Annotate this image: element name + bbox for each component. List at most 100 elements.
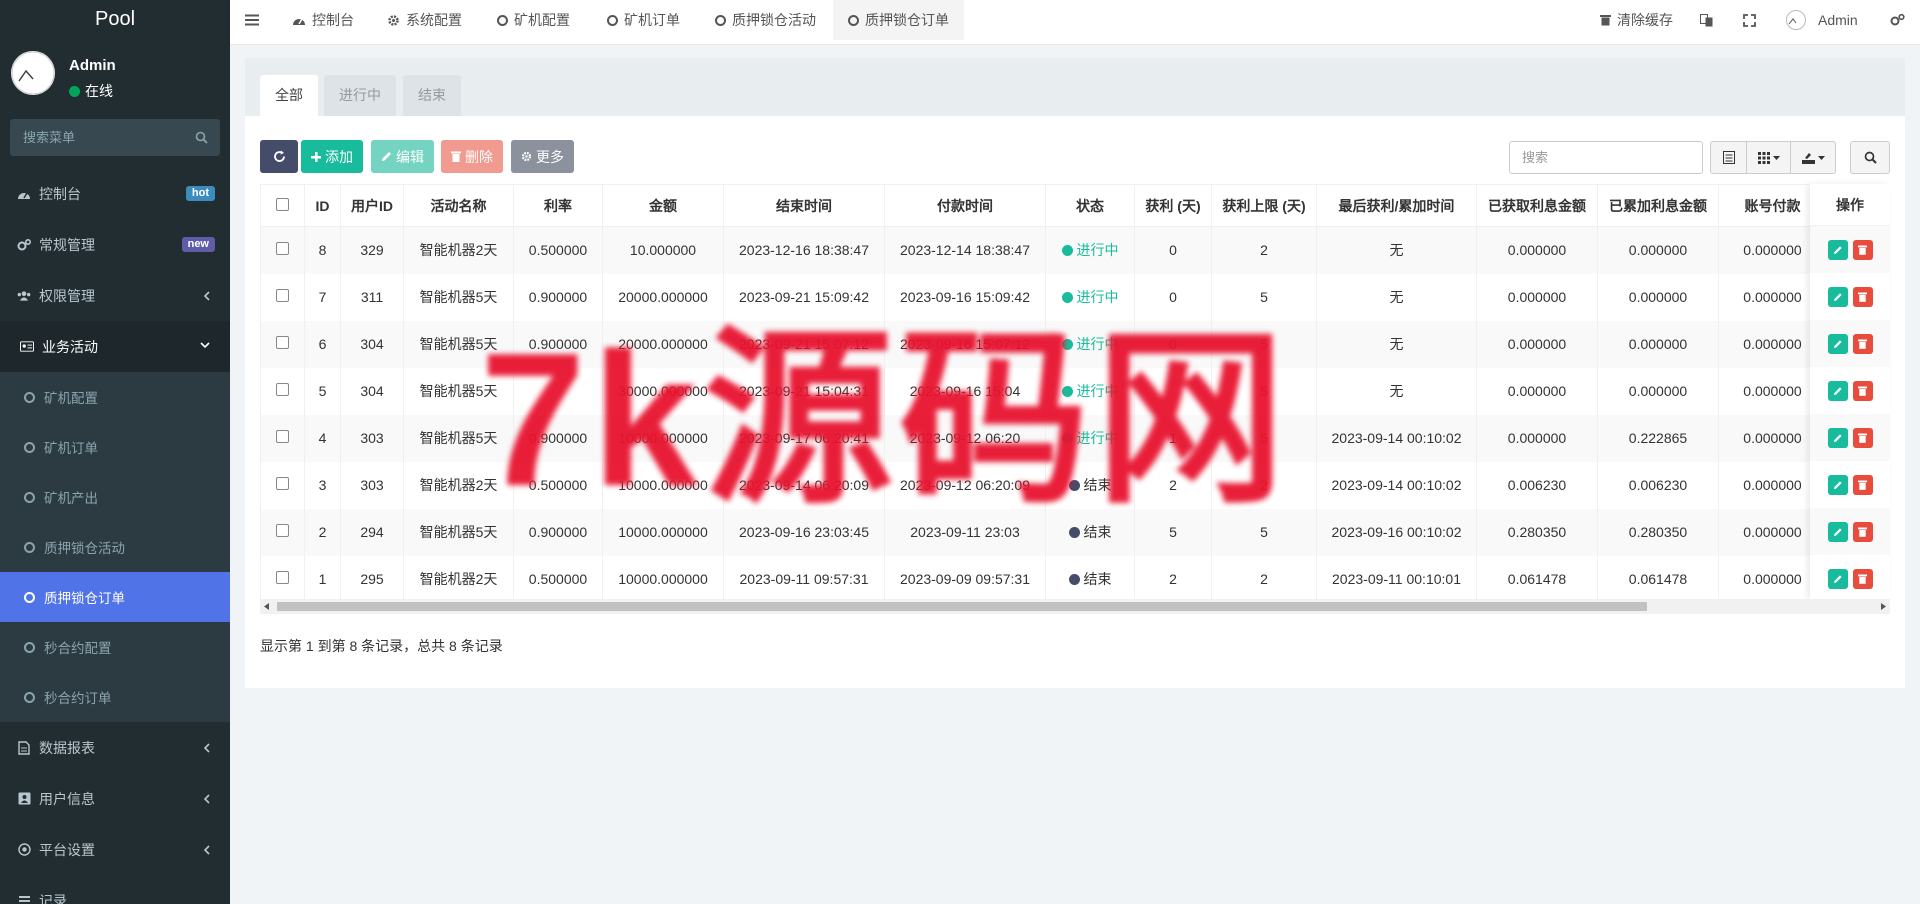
row-edit-button[interactable]: [1827, 427, 1848, 448]
sidebar-search[interactable]: 搜索菜单: [10, 119, 220, 156]
column-header[interactable]: 金额: [602, 184, 724, 227]
column-header[interactable]: 获利上限 (天): [1211, 184, 1317, 227]
column-header[interactable]: 状态: [1045, 184, 1135, 227]
tab-dashboard[interactable]: 控制台: [292, 0, 354, 40]
column-header[interactable]: 付款时间: [884, 184, 1046, 227]
delete-button[interactable]: 删除: [441, 140, 503, 173]
row-edit-button[interactable]: [1827, 286, 1848, 307]
export-dropdown-button[interactable]: [1790, 141, 1836, 174]
row-checkbox[interactable]: [276, 430, 289, 443]
sidebar-subitem-miner-orders[interactable]: 矿机订单: [0, 422, 230, 472]
brand-logo[interactable]: Pool: [0, 0, 230, 38]
table-search-input[interactable]: 搜索: [1509, 141, 1703, 174]
scroll-left-icon[interactable]: [264, 603, 269, 610]
horizontal-scrollbar[interactable]: [260, 599, 1890, 614]
filter-tab-running[interactable]: 进行中: [324, 75, 396, 116]
row-checkbox[interactable]: [276, 477, 289, 490]
row-select-cell[interactable]: [260, 226, 305, 274]
refresh-button[interactable]: [260, 140, 298, 173]
tab-system-config[interactable]: 系统配置: [387, 0, 462, 40]
row-checkbox[interactable]: [276, 383, 289, 396]
column-header[interactable]: 用户ID: [340, 184, 404, 227]
admin-user-menu[interactable]: Admin: [1786, 0, 1858, 40]
column-header[interactable]: 活动名称: [403, 184, 514, 227]
scroll-right-icon[interactable]: [1881, 603, 1886, 610]
circle-icon: [497, 14, 508, 26]
column-header[interactable]: 已累加利息金额: [1597, 184, 1719, 227]
column-header[interactable]: 结束时间: [723, 184, 885, 227]
search-icon[interactable]: [195, 131, 208, 144]
sidebar-item-platform-settings[interactable]: 平台设置: [0, 824, 230, 875]
sidebar-item-user-info[interactable]: 用户信息: [0, 773, 230, 824]
row-edit-button[interactable]: [1827, 239, 1848, 260]
sidebar-item-permissions[interactable]: 权限管理: [0, 270, 230, 321]
sidebar-item-reports[interactable]: 数据报表: [0, 722, 230, 773]
more-button[interactable]: 更多: [511, 140, 574, 173]
tab-staking-orders[interactable]: 质押锁仓订单: [833, 0, 964, 40]
tab-miner-config[interactable]: 矿机配置: [497, 0, 570, 40]
sidebar-subitem-miner-config[interactable]: 矿机配置: [0, 372, 230, 422]
row-edit-button[interactable]: [1827, 568, 1848, 589]
row-actions: [1810, 555, 1890, 602]
select-all-checkbox[interactable]: [276, 197, 289, 211]
sidebar-item-records[interactable]: 记录: [0, 875, 230, 904]
column-header[interactable]: 最后获利/累加时间: [1316, 184, 1477, 227]
advanced-search-button[interactable]: [1850, 141, 1890, 174]
row-select-cell[interactable]: [260, 461, 305, 509]
row-select-cell[interactable]: [260, 273, 305, 321]
row-delete-button[interactable]: [1852, 239, 1873, 260]
row-select-cell[interactable]: [260, 508, 305, 556]
sidebar-subitem-staking-activity[interactable]: 质押锁仓活动: [0, 522, 230, 572]
row-delete-button[interactable]: [1852, 568, 1873, 589]
row-checkbox[interactable]: [276, 571, 289, 584]
row-checkbox[interactable]: [276, 336, 289, 349]
menu-toggle-icon[interactable]: [245, 0, 259, 40]
row-checkbox[interactable]: [276, 242, 289, 256]
tab-miner-orders[interactable]: 矿机订单: [607, 0, 680, 40]
translate-icon[interactable]: [1700, 0, 1713, 40]
row-select-cell[interactable]: [260, 320, 305, 368]
row-delete-button[interactable]: [1852, 380, 1873, 401]
row-actions: [1810, 461, 1890, 508]
row-delete-button[interactable]: [1852, 286, 1873, 307]
row-select-cell[interactable]: [260, 414, 305, 462]
control-sidebar-icon[interactable]: [1890, 0, 1905, 40]
row-edit-button[interactable]: [1827, 521, 1848, 542]
column-header[interactable]: 获利 (天): [1134, 184, 1212, 227]
row-checkbox[interactable]: [276, 289, 289, 302]
tab-staking-activity[interactable]: 质押锁仓活动: [715, 0, 816, 40]
row-delete-button[interactable]: [1852, 521, 1873, 542]
sidebar-subitem-staking-orders[interactable]: 质押锁仓订单: [0, 572, 230, 622]
row-checkbox[interactable]: [276, 524, 289, 537]
sidebar-item-general[interactable]: 常规管理 new: [0, 219, 230, 270]
filter-tab-ended[interactable]: 结束: [403, 75, 461, 116]
sidebar-subitem-second-contract-orders[interactable]: 秒合约订单: [0, 672, 230, 722]
row-edit-button[interactable]: [1827, 333, 1848, 354]
sidebar-subitem-miner-output[interactable]: 矿机产出: [0, 472, 230, 522]
edit-button[interactable]: 编辑: [371, 140, 434, 173]
row-delete-button[interactable]: [1852, 333, 1873, 354]
add-button[interactable]: 添加: [301, 140, 363, 173]
row-edit-button[interactable]: [1827, 380, 1848, 401]
sidebar-subitem-second-contract-config[interactable]: 秒合约配置: [0, 622, 230, 672]
column-header[interactable]: 已获取利息金额: [1476, 184, 1598, 227]
fullscreen-icon[interactable]: [1743, 0, 1756, 40]
scrollbar-thumb[interactable]: [277, 602, 1647, 611]
toggle-view-button[interactable]: [1710, 141, 1747, 174]
column-header[interactable]: 利率: [513, 184, 603, 227]
row-select-cell[interactable]: [260, 367, 305, 415]
sidebar-search-input[interactable]: 搜索菜单: [23, 119, 75, 156]
row-delete-button[interactable]: [1852, 474, 1873, 495]
status-text: 结束: [1083, 571, 1112, 587]
row-select-cell[interactable]: [260, 555, 305, 603]
column-header[interactable]: ID: [304, 184, 341, 227]
select-all-header[interactable]: [260, 184, 305, 227]
columns-dropdown-button[interactable]: [1746, 141, 1791, 174]
filter-tab-all[interactable]: 全部: [260, 75, 318, 116]
sidebar-item-business[interactable]: 业务活动: [0, 321, 230, 372]
row-delete-button[interactable]: [1852, 427, 1873, 448]
row-edit-button[interactable]: [1827, 474, 1848, 495]
table-cell-uid: 311: [340, 273, 404, 321]
sidebar-item-dashboard[interactable]: 控制台 hot: [0, 168, 230, 219]
clear-cache-button[interactable]: 清除缓存: [1600, 0, 1673, 40]
